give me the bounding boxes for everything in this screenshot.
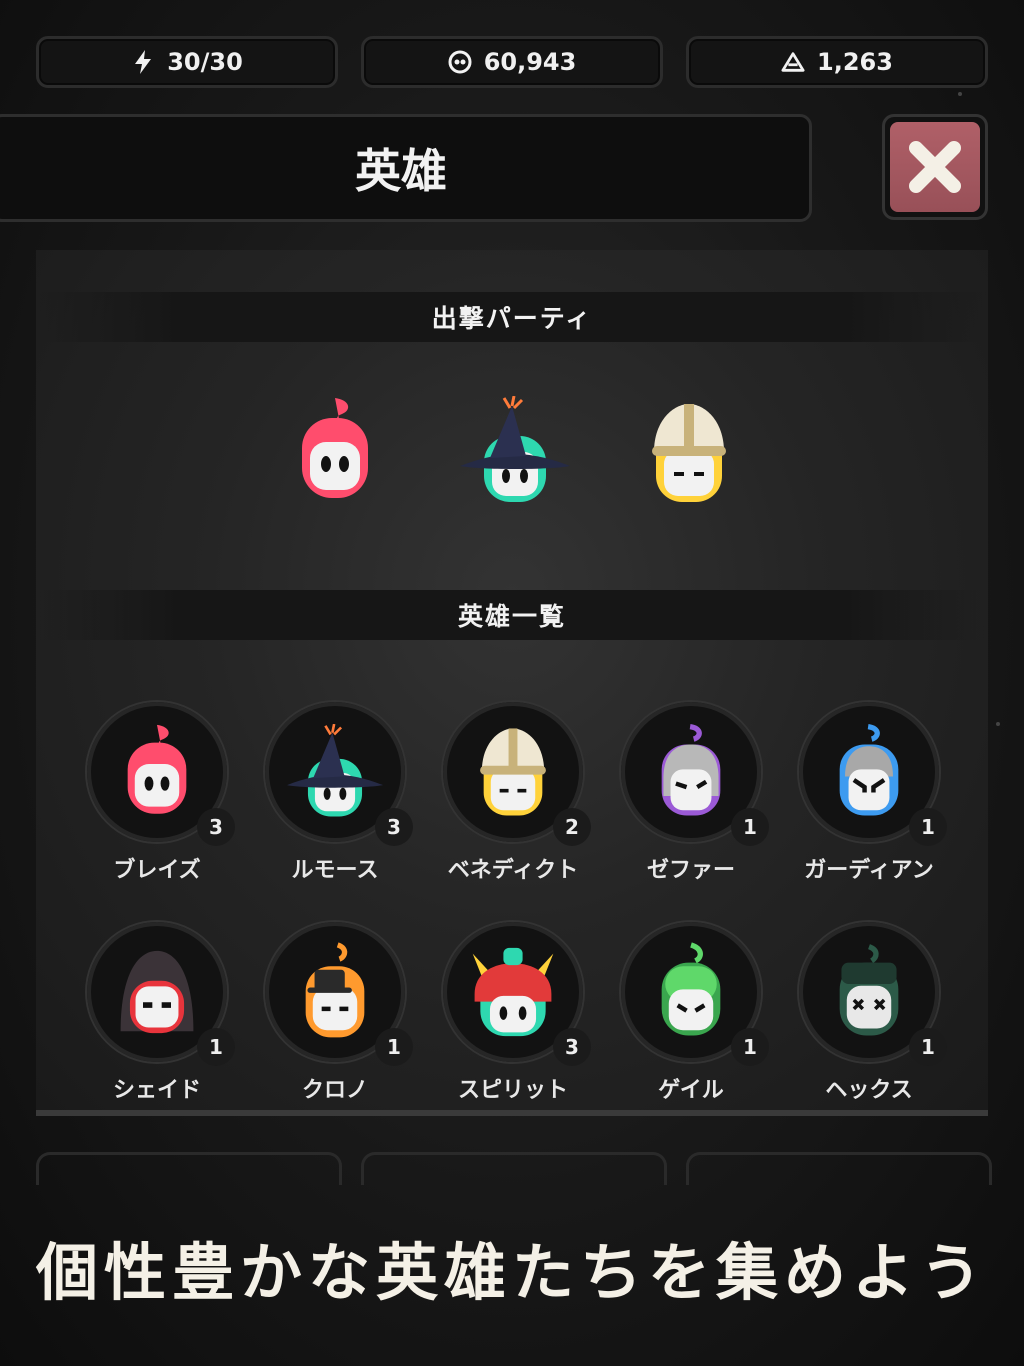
bottom-tab-frame (686, 1152, 992, 1185)
gale-portrait-icon (661, 942, 721, 1036)
hero-slot-shade[interactable]: 1 シェイド (67, 922, 247, 1122)
benedict-portrait-icon (480, 728, 546, 816)
coin-value: 60,943 (483, 48, 577, 76)
energy-counter: 30/30 (36, 36, 338, 88)
hero-level-badge: 3 (375, 808, 413, 846)
lightning-icon (131, 50, 155, 74)
coin-counter: 60,943 (361, 36, 663, 88)
hero-level-badge: 2 (553, 808, 591, 846)
hero-slot-chrono[interactable]: 1 クロノ (245, 922, 425, 1122)
lumos-portrait-icon (287, 724, 383, 817)
bottom-tab-frame (361, 1152, 667, 1185)
triangle-gem-icon (781, 50, 805, 74)
party-member-blaze[interactable] (290, 396, 380, 506)
bottom-tab-frame (36, 1152, 342, 1185)
guardian-portrait-icon (839, 724, 899, 816)
hero-slot-spirit[interactable]: 3 スピリット (423, 922, 603, 1122)
hero-name: クロノ (301, 1078, 368, 1103)
energy-value: 30/30 (167, 48, 243, 76)
hero-slot-gale[interactable]: 1 ゲイル (601, 922, 781, 1122)
hero-level-badge: 1 (909, 808, 947, 846)
page-title-bar: 英雄 (0, 114, 812, 222)
hero-name: ゼファー (646, 858, 735, 883)
gem-value: 1,263 (817, 48, 893, 76)
zephyr-portrait-icon (661, 724, 721, 816)
shade-portrait-icon (120, 950, 194, 1034)
hero-slot-benedict[interactable]: 2 ベネディクト (423, 702, 603, 902)
chrono-portrait-icon (305, 942, 365, 1038)
party-member-benedict[interactable] (644, 400, 734, 510)
close-icon (909, 141, 961, 193)
hero-slot-hex[interactable]: 1 ヘックス (779, 922, 959, 1122)
promo-caption: 個性豊かな英雄たちを集めよう (35, 1236, 988, 1309)
background-star (996, 722, 1000, 726)
hero-name: ルモース (291, 858, 379, 883)
hero-level-badge: 1 (197, 1028, 235, 1066)
hero-level-badge: 1 (731, 1028, 769, 1066)
hero-name: ベネディクト (447, 858, 579, 883)
hero-name: ブレイズ (113, 858, 201, 883)
party-member-lumos[interactable] (460, 395, 570, 506)
hero-name: ガーディアン (804, 858, 934, 883)
coin-icon (448, 50, 472, 74)
hero-slot-zephyr[interactable]: 1 ゼファー (601, 702, 781, 902)
background-star (958, 92, 962, 96)
hero-slot-blaze[interactable]: 3 ブレイズ (67, 702, 247, 902)
hero-name: スピリット (457, 1078, 568, 1103)
hero-level-badge: 1 (375, 1028, 413, 1066)
hero-name: ヘックス (825, 1078, 913, 1103)
gem-counter: 1,263 (686, 36, 988, 88)
close-button[interactable] (882, 114, 988, 220)
hero-level-badge: 1 (731, 808, 769, 846)
hex-portrait-icon (839, 944, 899, 1036)
hero-list-heading: 英雄一覧 (36, 590, 988, 640)
hero-slot-guardian[interactable]: 1 ガーディアン (779, 702, 959, 902)
hero-level-badge: 3 (553, 1028, 591, 1066)
hero-level-badge: 1 (909, 1028, 947, 1066)
hero-level-badge: 3 (197, 808, 235, 846)
blaze-portrait-icon (127, 724, 187, 814)
party-heading: 出撃パーティ (36, 292, 988, 342)
hero-name: シェイド (112, 1078, 201, 1103)
spirit-portrait-icon (472, 947, 554, 1037)
page-title: 英雄 (355, 144, 447, 198)
hero-name: ゲイル (658, 1078, 724, 1103)
hero-slot-lumos[interactable]: 3 ルモース (245, 702, 425, 902)
